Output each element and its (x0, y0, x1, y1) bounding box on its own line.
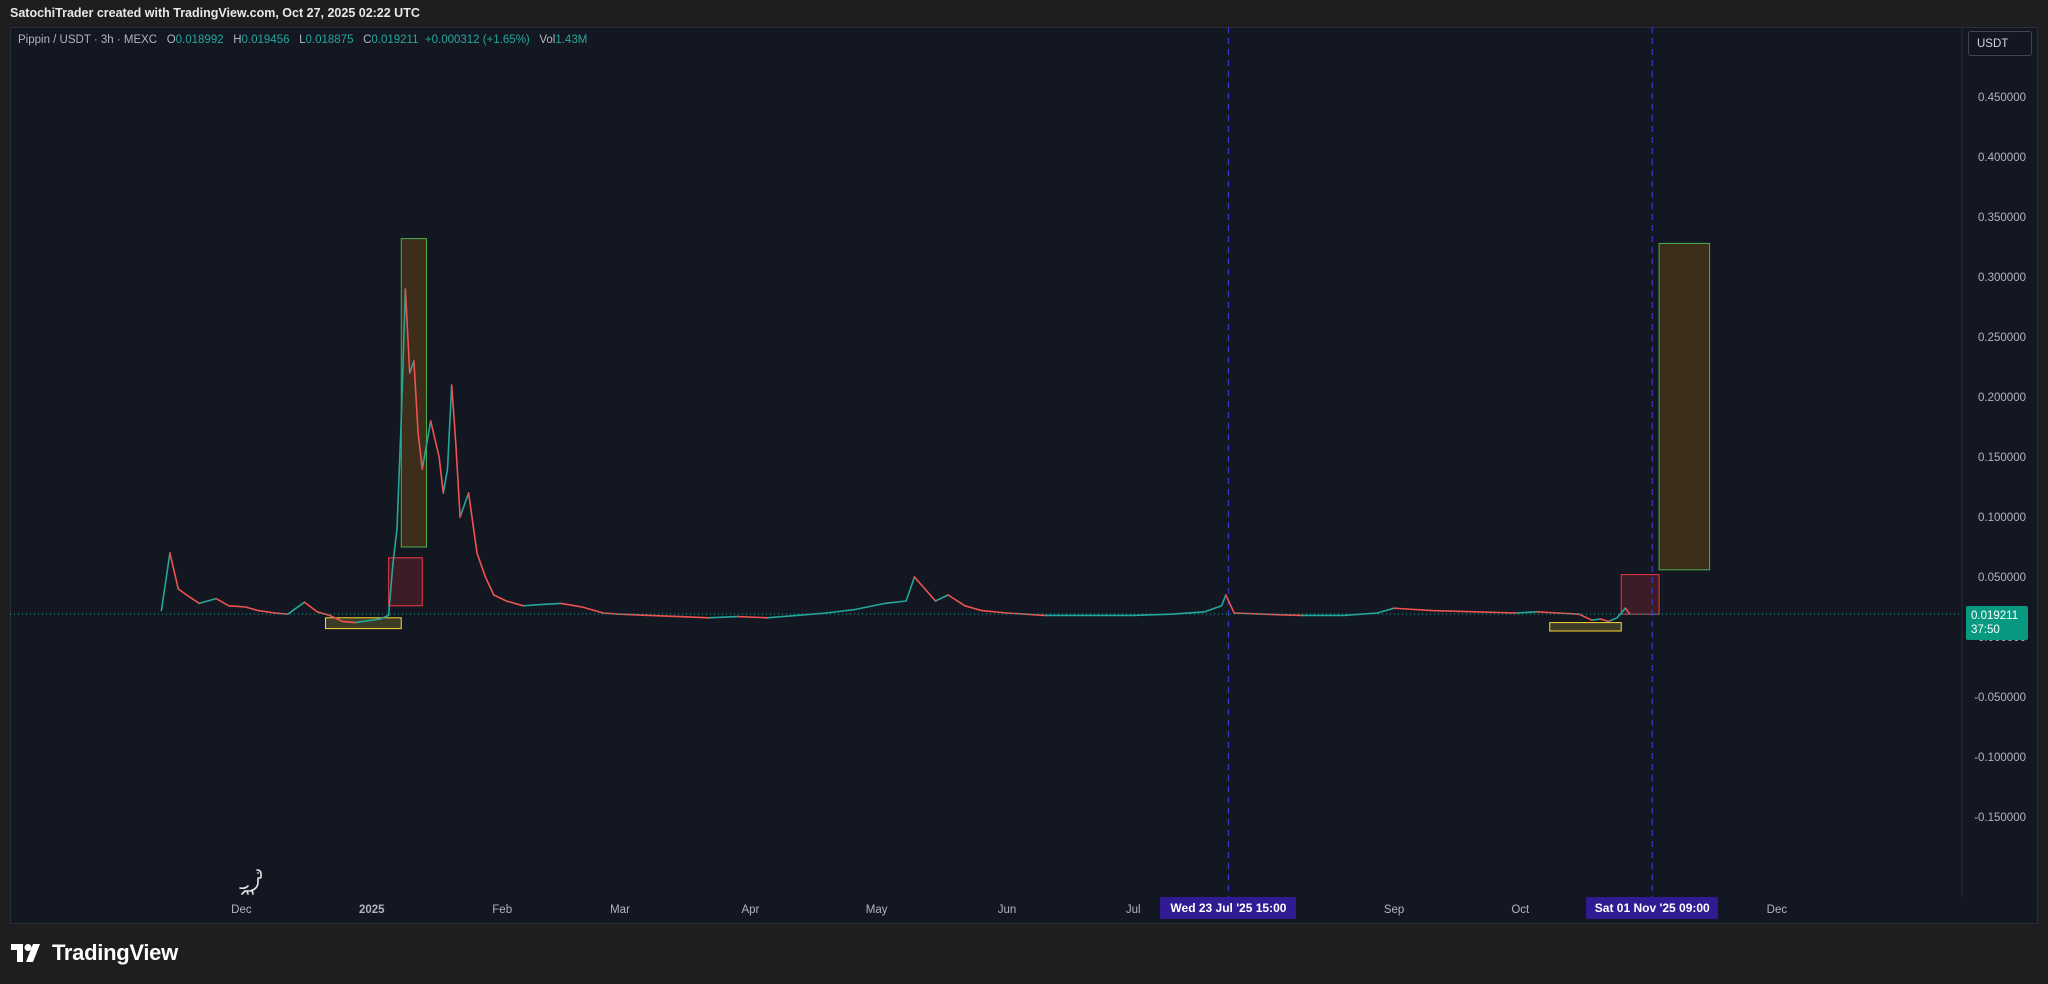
currency-button[interactable]: USDT (1968, 31, 2032, 56)
volume-label: Vol (539, 34, 556, 46)
low-value: 0.018875 (305, 34, 354, 46)
bar-countdown: 37:50 (1971, 623, 2000, 636)
last-price-tag: 0.019211 37:50 (1966, 605, 2028, 640)
x-tick-label: Jun (998, 904, 1017, 916)
x-tick-label: 2025 (359, 904, 385, 916)
open-label: O (166, 34, 176, 46)
close-value: 0.019211 (371, 34, 419, 46)
price-series-up-segments (160, 288, 1627, 624)
y-tick-label: -0.150000 (1974, 812, 2026, 824)
x-tick-label: Jul (1126, 904, 1141, 916)
high-value: 0.019456 (241, 34, 290, 46)
symbol-name[interactable]: Pippin / USDT · 3h · MEXC (18, 34, 157, 46)
annotation-box-green-5 (1658, 242, 1711, 571)
x-tick-label: Feb (492, 904, 512, 916)
y-tick-label: 0.150000 (1978, 452, 2026, 464)
tradingview-logo-icon (11, 944, 40, 962)
y-tick-label: 0.300000 (1978, 272, 2026, 284)
x-tick-label: Mar (610, 904, 630, 916)
y-tick-label: 0.100000 (1978, 512, 2026, 524)
high-label: H (233, 34, 242, 46)
y-tick-label: 0.250000 (1978, 332, 2026, 344)
annotation-box-green-2 (400, 238, 427, 548)
price-chart[interactable]: 0.5000000.4500000.4000000.3500000.300000… (0, 0, 2048, 924)
y-tick-label: 0.400000 (1978, 152, 2026, 164)
y-tick-label: -0.100000 (1974, 752, 2026, 764)
footer (0, 924, 2048, 984)
x-tick-label: Dec (231, 904, 252, 916)
y-tick-label: 0.050000 (1978, 572, 2026, 584)
last-price-value: 0.019211 (1971, 609, 2019, 622)
annotation-box-red-4 (1620, 574, 1660, 615)
tradingview-wordmark: TradingView (52, 940, 178, 965)
y-tick-label: 0.350000 (1978, 212, 2026, 224)
crosshair-time-tag-nov: Sat 01 Nov '25 09:00 (1586, 897, 1719, 919)
y-tick-label: -0.050000 (1974, 692, 2026, 704)
x-tick-label: May (866, 904, 888, 916)
x-tick-label: Sep (1384, 904, 1404, 916)
y-tick-label: 0.450000 (1978, 92, 2026, 104)
x-tick-label: Oct (1511, 904, 1530, 916)
tradingview-logo[interactable]: TradingView (11, 940, 178, 966)
crosshair-time-tag-jul: Wed 23 Jul '25 15:00 (1160, 897, 1297, 919)
x-tick-label: Apr (741, 904, 759, 916)
y-tick-label: 0.200000 (1978, 392, 2026, 404)
annotation-box-red-1 (388, 557, 423, 607)
symbol-legend: Pippin / USDT · 3h · MEXC O0.018992 H0.0… (18, 34, 587, 46)
x-tick-label: Dec (1767, 904, 1788, 916)
open-value: 0.018992 (175, 34, 224, 46)
change-value: +0.000312 (+1.65%) (424, 34, 530, 46)
annotation-box-yellow-3 (1549, 622, 1622, 632)
dinosaur-icon[interactable] (236, 866, 266, 896)
volume-value: 1.43M (555, 34, 588, 46)
